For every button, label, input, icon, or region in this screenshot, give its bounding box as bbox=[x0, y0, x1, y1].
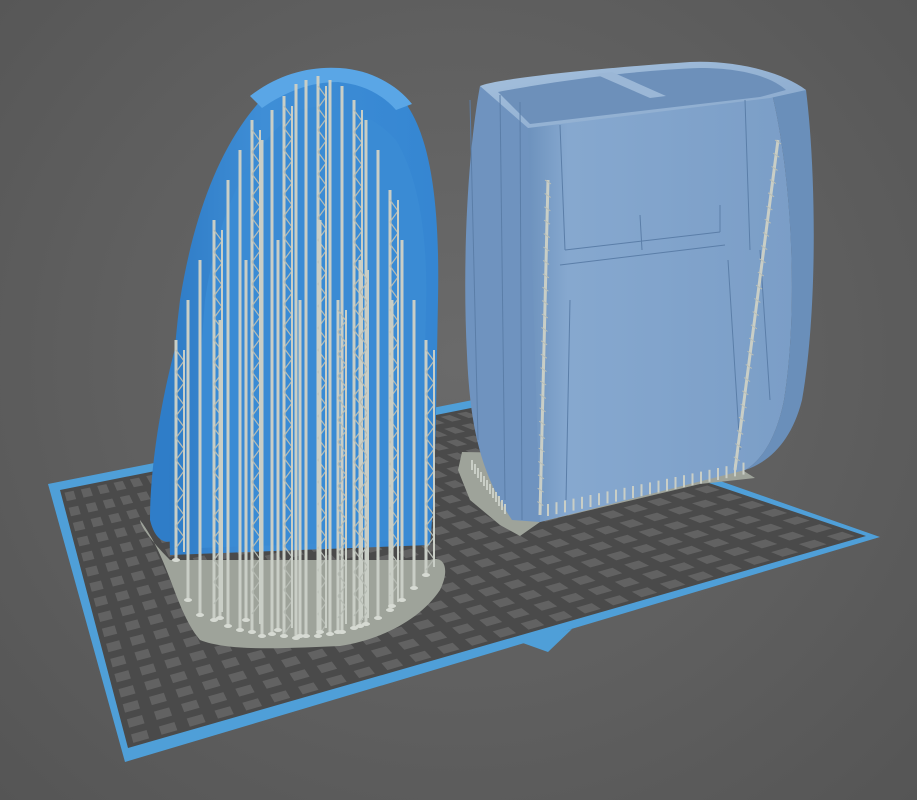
support-foot bbox=[248, 630, 256, 634]
object-curved-shell[interactable] bbox=[140, 67, 446, 649]
support-foot bbox=[356, 624, 364, 628]
support-foot bbox=[224, 624, 232, 628]
support-foot bbox=[334, 630, 342, 634]
support-foot bbox=[242, 618, 250, 622]
support-foot bbox=[274, 628, 282, 632]
3d-viewport[interactable] bbox=[0, 0, 917, 800]
support-foot bbox=[184, 598, 192, 602]
support-foot bbox=[316, 630, 324, 634]
support-foot bbox=[326, 632, 334, 636]
support-foot bbox=[216, 616, 224, 620]
support-foot bbox=[386, 608, 394, 612]
support-foot bbox=[196, 613, 204, 617]
support-foot bbox=[268, 632, 276, 636]
box-front-face bbox=[528, 86, 792, 522]
support-foot bbox=[280, 634, 288, 638]
support-foot bbox=[422, 573, 430, 577]
support-foot bbox=[258, 634, 266, 638]
support-foot bbox=[398, 598, 406, 602]
support-foot bbox=[388, 604, 396, 608]
support-foot bbox=[410, 586, 418, 590]
support-foot bbox=[236, 628, 244, 632]
scene-canvas[interactable] bbox=[0, 0, 917, 800]
object-box-shell[interactable] bbox=[458, 61, 814, 536]
support-foot bbox=[172, 558, 180, 562]
support-foot bbox=[374, 616, 382, 620]
support-foot bbox=[296, 634, 304, 638]
support-foot bbox=[314, 634, 322, 638]
